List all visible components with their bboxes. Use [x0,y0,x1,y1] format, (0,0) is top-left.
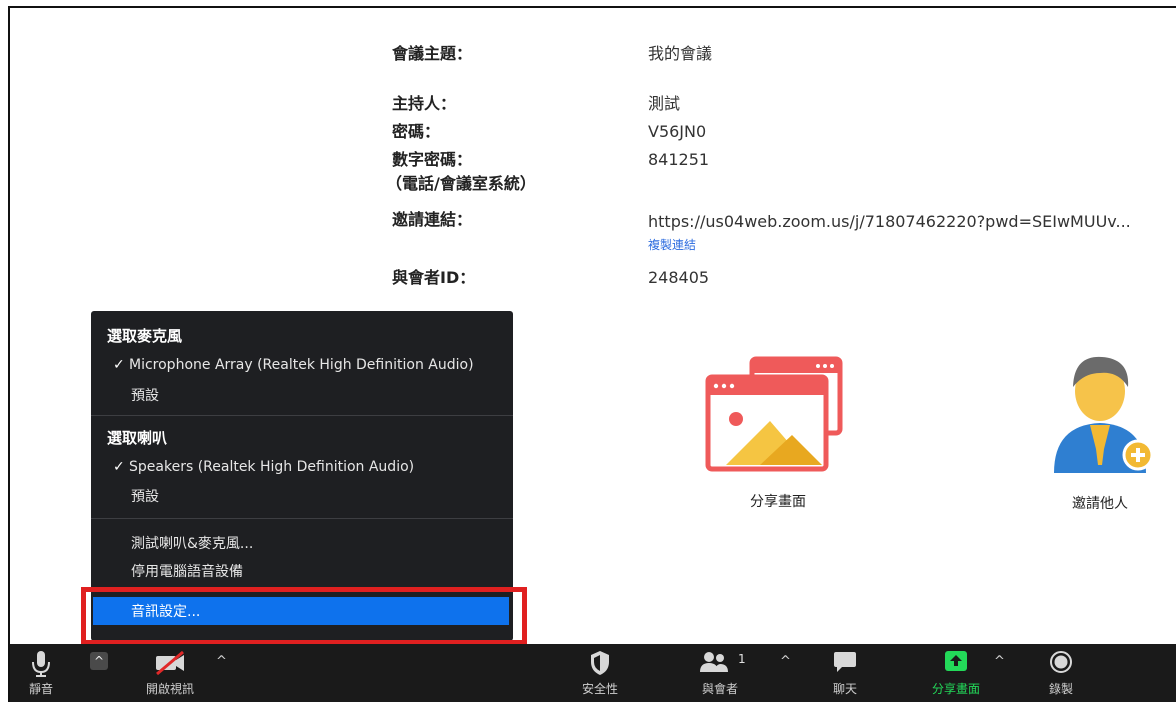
share-options-caret[interactable]: ^ [994,654,1005,669]
video-options-caret[interactable]: ^ [216,654,227,669]
menu-divider [91,415,513,416]
mute-button[interactable]: 靜音 [18,644,64,702]
microphone-icon [32,651,50,677]
speaker-option-default[interactable]: 預設 [131,486,159,506]
share-screen-label: 分享畫面 [750,494,806,510]
host-label: 主持人： [392,94,457,113]
speaker-section-heading: 選取喇叭 [107,429,168,447]
chat-bubble-icon [834,652,856,672]
record-icon [1050,651,1072,673]
start-video-button[interactable]: 開啟視訊 [130,644,210,702]
participant-id-label: 與會者ID： [392,268,476,287]
invite-link-label: 邀請連結： [392,210,473,229]
mic-option-realtek[interactable]: ✓ Microphone Array (Realtek High Definiti… [113,357,474,373]
chat-button[interactable]: 聊天 [820,644,870,702]
host-value: 測試 [648,94,681,113]
numeric-password-value: 841251 [648,150,710,169]
invite-others-label: 邀請他人 [1072,496,1128,512]
invite-others-tile[interactable]: 邀請他人 [1030,345,1170,515]
meeting-toolbar: 靜音 ^ 開啟視訊 ^ 安全性 1 與會者 ^ 聊天 分享畫面 ^ 錄製 [10,644,1176,702]
menu-divider [91,518,513,519]
mic-option-default[interactable]: 預設 [131,385,159,405]
leave-computer-audio-item[interactable]: 停用電腦語音設備 [131,561,243,581]
shield-icon [591,651,609,675]
share-arrow-icon [945,651,967,671]
password-label: 密碼： [392,122,441,141]
speaker-option-realtek[interactable]: ✓ Speakers (Realtek High Definition Audio… [113,459,414,475]
share-screen-toolbar-label: 分享畫面 [931,682,980,696]
mute-label: 靜音 [28,682,53,696]
invite-person-icon [1054,356,1154,473]
topic-value: 我的會議 [648,44,713,63]
checkmark-icon: ✓ [113,459,125,475]
video-off-icon [156,650,184,676]
record-button[interactable]: 錄製 [1036,644,1086,702]
mic-section-heading: 選取麥克風 [107,327,183,345]
share-screen-button[interactable]: 分享畫面 [924,644,988,702]
numeric-password-label: 數字密碼： [392,150,473,169]
chat-label: 聊天 [832,682,857,696]
start-video-label: 開啟視訊 [145,682,194,696]
highlight-annotation-box [81,587,527,645]
share-screen-icon [705,356,843,472]
invite-link-value[interactable]: https://us04web.zoom.us/j/71807462220?pw… [648,210,1131,234]
record-label: 錄製 [1048,682,1073,696]
security-label: 安全性 [581,682,618,696]
speaker-option-label: Speakers (Realtek High Definition Audio) [129,459,415,475]
participants-options-caret[interactable]: ^ [780,654,791,669]
copy-link-button[interactable]: 複製連結 [648,236,696,253]
audio-options-caret[interactable]: ^ [90,652,108,670]
topic-label: 會議主題： [392,44,473,63]
participants-button[interactable]: 1 與會者 [690,644,750,702]
security-button[interactable]: 安全性 [570,644,630,702]
share-screen-tile[interactable]: 分享畫面 [700,355,850,515]
participants-label: 與會者 [701,682,738,696]
participants-count: 1 [738,652,746,666]
password-value: V56JN0 [648,122,707,141]
participants-icon [700,652,728,672]
participant-id-value: 248405 [648,268,710,287]
numeric-password-sub: （電話/會議室系統） [386,174,536,193]
mic-option-label: Microphone Array (Realtek High Definitio… [129,357,474,373]
checkmark-icon: ✓ [113,357,125,373]
test-audio-item[interactable]: 測試喇叭&麥克風... [131,533,253,553]
